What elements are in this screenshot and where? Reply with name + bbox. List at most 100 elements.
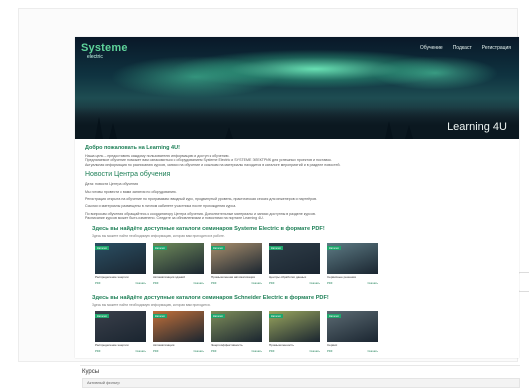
side-tab[interactable]: [518, 272, 529, 292]
card-meta: PDF Скачать: [153, 349, 204, 353]
card-format: PDF: [269, 349, 275, 353]
card-meta: PDF Скачать: [95, 349, 146, 353]
catalog-card[interactable]: Каталог Сервис PDF Скачать: [327, 311, 378, 353]
card-title: Распределение энергии: [95, 344, 129, 347]
nav-item-register[interactable]: Регистрация: [482, 45, 511, 51]
card-title: Автоматизация: [153, 344, 175, 347]
catalog-cards: Каталог Распределение энергии PDF Скачать Ка…: [95, 311, 378, 353]
card-format: PDF: [153, 349, 159, 353]
catalog-title: Здесь вы найдёте доступные каталоги семи…: [92, 295, 329, 301]
card-download-link[interactable]: Скачать: [194, 281, 205, 285]
card-download-link[interactable]: Скачать: [252, 281, 263, 285]
card-badge: Каталог: [153, 246, 168, 250]
card-title: Сервисные решения: [327, 276, 356, 279]
card-download-link[interactable]: Скачать: [136, 281, 147, 285]
catalog-card[interactable]: Каталог Распределение энергии PDF Скачать: [95, 243, 146, 285]
welcome-line: Актуальная информация по расписанию курс…: [85, 162, 341, 167]
card-title: Промышленная автоматизация: [211, 276, 255, 279]
card-meta: PDF Скачать: [269, 281, 320, 285]
card-title: Распределение энергии: [95, 276, 129, 279]
welcome-title: Добро пожаловать на Learning 4U!: [85, 145, 180, 151]
card-badge: Каталог: [211, 246, 226, 250]
catalog-subtitle: Здесь вы можете найти необходимую информ…: [92, 234, 225, 238]
card-format: PDF: [95, 281, 101, 285]
main-content: Добро пожаловать на Learning 4U! Наша це…: [85, 145, 509, 221]
brand-logo[interactable]: Systeme electric: [81, 42, 128, 61]
card-badge: Каталог: [211, 314, 226, 318]
card-image: Каталог: [153, 243, 204, 274]
card-download-link[interactable]: Скачать: [252, 349, 263, 353]
card-meta: PDF Скачать: [211, 281, 262, 285]
card-image: Каталог: [269, 243, 320, 274]
card-image: Каталог: [269, 311, 320, 342]
card-badge: Каталог: [269, 314, 284, 318]
card-meta: PDF Скачать: [211, 349, 262, 353]
card-format: PDF: [211, 349, 217, 353]
catalog-subtitle: Здесь вы можете найти необходимую информ…: [92, 303, 211, 307]
card-meta: PDF Скачать: [327, 281, 378, 285]
card-meta: PDF Скачать: [327, 349, 378, 353]
card-format: PDF: [211, 281, 217, 285]
catalog-cards: Каталог Распределение энергии PDF Скачать Ка…: [95, 243, 378, 285]
brand-sub: electric: [87, 54, 103, 60]
catalog-card[interactable]: Каталог Промышленность PDF Скачать: [269, 311, 320, 353]
card-image: Каталог: [95, 243, 146, 274]
card-download-link[interactable]: Скачать: [368, 281, 379, 285]
hero-banner: Systeme electric Обучение Подкаст Регист…: [75, 37, 519, 139]
card-badge: Каталог: [95, 246, 110, 250]
courses-filter-bar[interactable]: Активный фильтр: [82, 378, 520, 388]
card-meta: PDF Скачать: [269, 349, 320, 353]
news-item: Расписание курсов может быть изменено. С…: [85, 216, 264, 221]
catalog-card[interactable]: Каталог Энергоэффективность PDF Скачать: [211, 311, 262, 353]
catalog-card[interactable]: Каталог Центры обработки данных PDF Скачать: [269, 243, 320, 285]
card-image: Каталог: [211, 311, 262, 342]
card-download-link[interactable]: Скачать: [194, 349, 205, 353]
card-title: Энергоэффективность: [211, 344, 243, 347]
tree-silhouette: [225, 127, 233, 139]
tree-silhouette: [95, 117, 103, 139]
card-download-link[interactable]: Скачать: [368, 349, 379, 353]
card-badge: Каталог: [327, 246, 342, 250]
filter-label: Активный фильтр: [87, 380, 120, 385]
catalog-card[interactable]: Каталог Автоматизация зданий PDF Скачать: [153, 243, 204, 285]
card-image: Каталог: [153, 311, 204, 342]
card-format: PDF: [95, 349, 101, 353]
card-image: Каталог: [327, 243, 378, 274]
card-title: Автоматизация зданий: [153, 276, 185, 279]
card-title: Промышленность: [269, 344, 294, 347]
catalog-card[interactable]: Каталог Промышленная автоматизация PDF Скач…: [211, 243, 262, 285]
card-download-link[interactable]: Скачать: [310, 349, 321, 353]
card-badge: Каталог: [95, 314, 110, 318]
nav-item-podcast[interactable]: Подкаст: [453, 45, 472, 51]
card-format: PDF: [269, 281, 275, 285]
tree-silhouette: [109, 123, 117, 139]
card-title: Центры обработки данных: [269, 276, 307, 279]
brand-name: Systeme: [81, 42, 128, 54]
card-download-link[interactable]: Скачать: [310, 281, 321, 285]
hero-caption: Learning 4U: [447, 121, 507, 133]
divider: [80, 365, 520, 366]
card-image: Каталог: [211, 243, 262, 274]
card-download-link[interactable]: Скачать: [136, 349, 147, 353]
catalog-card[interactable]: Каталог Сервисные решения PDF Скачать: [327, 243, 378, 285]
card-image: Каталог: [95, 311, 146, 342]
catalog-title: Здесь вы найдёте доступные каталоги семи…: [92, 226, 325, 232]
card-badge: Каталог: [269, 246, 284, 250]
card-format: PDF: [327, 281, 333, 285]
card-title: Сервис: [327, 344, 338, 347]
card-meta: PDF Скачать: [95, 281, 146, 285]
catalog-card[interactable]: Каталог Распределение энергии PDF Скачать: [95, 311, 146, 353]
top-nav: Обучение Подкаст Регистрация: [420, 45, 511, 51]
catalog-card[interactable]: Каталог Автоматизация PDF Скачать: [153, 311, 204, 353]
card-badge: Каталог: [153, 314, 168, 318]
card-format: PDF: [327, 349, 333, 353]
card-badge: Каталог: [327, 314, 342, 318]
news-title: Новости Центра обучения: [85, 171, 171, 179]
card-meta: PDF Скачать: [153, 281, 204, 285]
page-card: Systeme electric Обучение Подкаст Регист…: [75, 37, 519, 358]
courses-title: Курсы: [82, 369, 100, 375]
card-image: Каталог: [327, 311, 378, 342]
tree-silhouette: [385, 121, 393, 139]
nav-item-training[interactable]: Обучение: [420, 45, 443, 51]
card-format: PDF: [153, 281, 159, 285]
